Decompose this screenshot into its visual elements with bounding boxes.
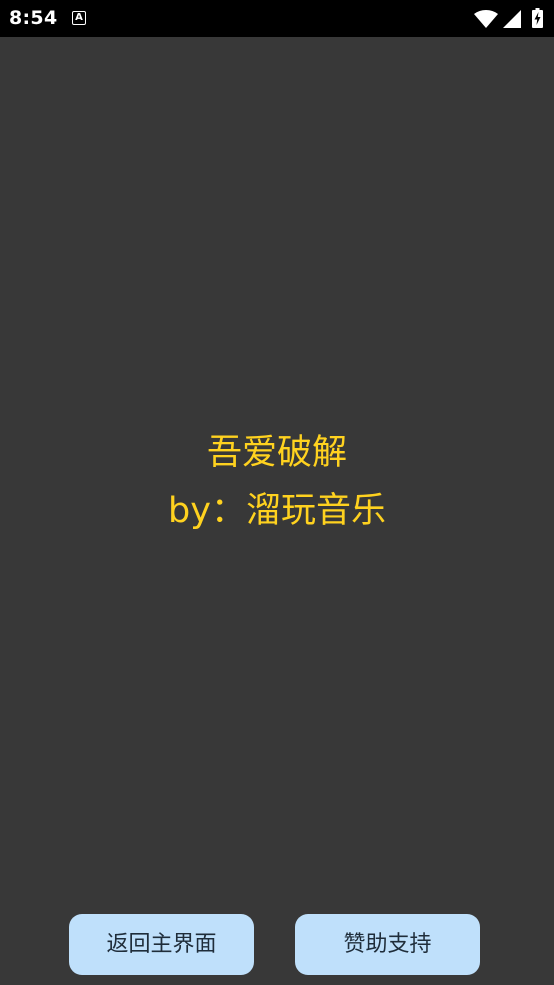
message-author: by：溜玩音乐: [168, 491, 386, 531]
cell-signal-icon: [503, 10, 521, 28]
message-title: 吾爱破解: [206, 433, 347, 473]
notification-glyph: A: [75, 12, 83, 23]
wifi-icon: [474, 10, 498, 28]
status-time: 8:54: [9, 7, 58, 29]
status-bar: 8:54 A: [0, 0, 554, 37]
battery-charging-icon: [532, 8, 543, 28]
back-to-main-button[interactable]: 返回主界面: [69, 914, 254, 975]
app-screen: 8:54 A 吾爱破解 by：溜玩音乐 返回主界面 赞助支持: [0, 0, 554, 985]
credit-message: 吾爱破解 by：溜玩音乐: [0, 424, 554, 540]
accessibility-a-icon: A: [72, 11, 86, 25]
sponsor-support-button[interactable]: 赞助支持: [295, 914, 480, 975]
